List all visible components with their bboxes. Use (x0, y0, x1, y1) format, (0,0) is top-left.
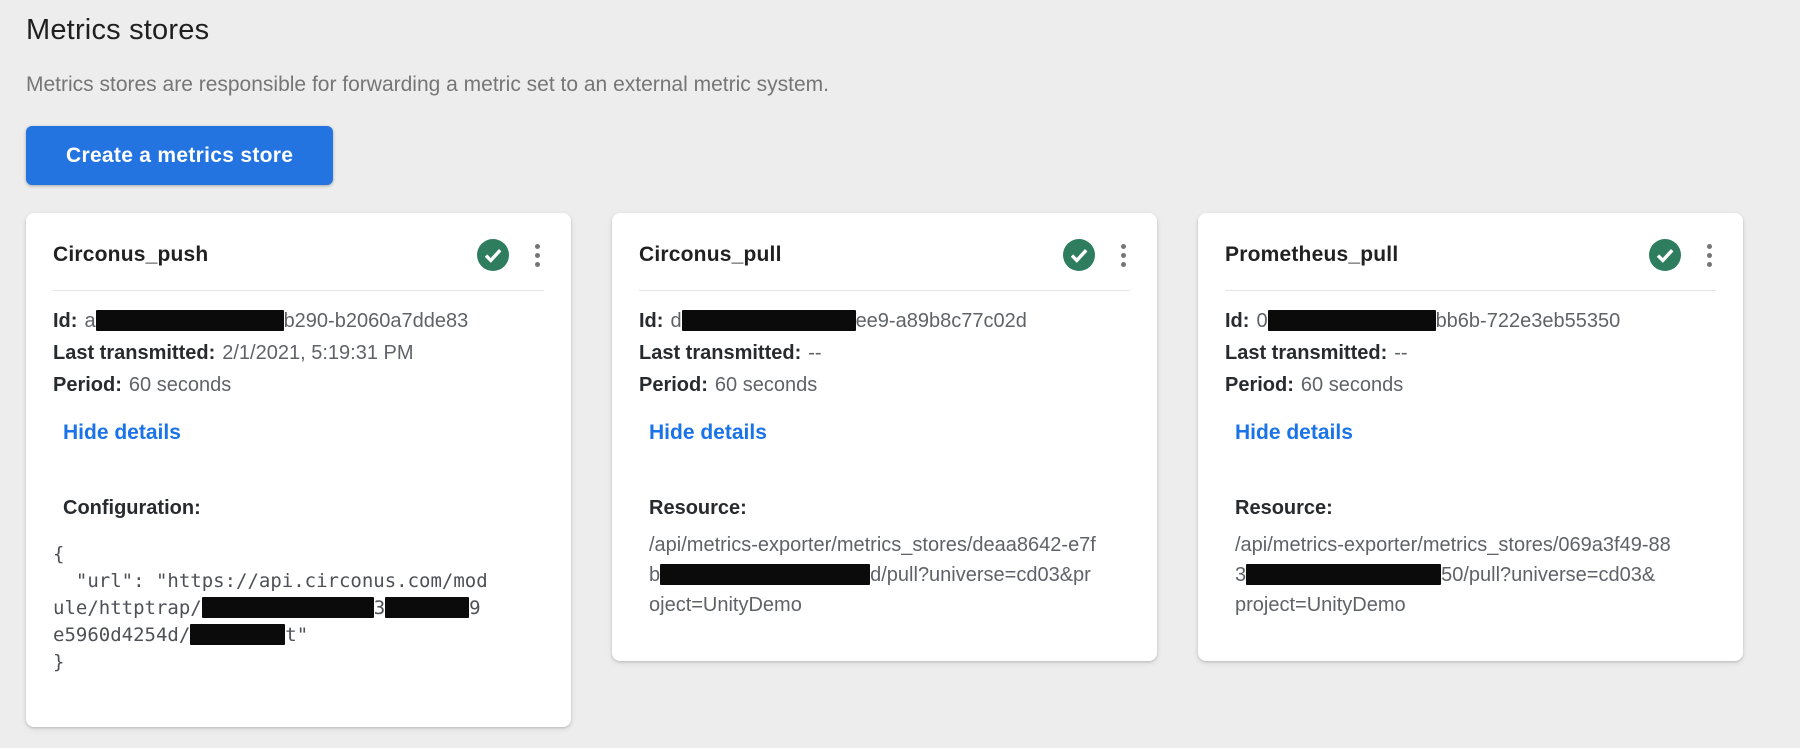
field-value: dee9-a89b8c77c02d (670, 310, 1026, 332)
detail-line: project=UnityDemo (1235, 590, 1716, 620)
more-options-kebab-icon[interactable] (1117, 242, 1130, 269)
card-header-icons (477, 239, 544, 271)
card-title: Prometheus_pull (1225, 243, 1398, 267)
redaction-bar (202, 597, 374, 618)
card-header-icons (1649, 239, 1716, 271)
redaction-bar (385, 597, 469, 618)
page-subtitle: Metrics stores are responsible for forwa… (26, 73, 1800, 97)
page-title: Metrics stores (26, 14, 1800, 47)
field-label: Period: (53, 374, 122, 396)
field-value: 2/1/2021, 5:19:31 PM (222, 342, 413, 364)
status-ok-check-circle-icon (477, 239, 509, 271)
field-row: Last transmitted: 2/1/2021, 5:19:31 PM (53, 337, 544, 369)
field-row: Id: dee9-a89b8c77c02d (639, 305, 1130, 337)
field-row: Last transmitted: -- (639, 337, 1130, 369)
detail-section-label: Resource: (1235, 497, 1716, 520)
card-header-icons (1063, 239, 1130, 271)
detail-line: e5960d4254d/t" (53, 622, 544, 649)
field-row: Period: 60 seconds (639, 369, 1130, 401)
detail-section-label: Configuration: (63, 497, 544, 520)
field-label: Last transmitted: (53, 342, 215, 364)
card-fields: Id: ab290-b2060a7dde83 Last transmitted: 2/… (53, 305, 544, 401)
hide-details-link[interactable]: Hide details (1235, 421, 1353, 445)
field-value: ab290-b2060a7dde83 (84, 310, 468, 332)
field-row: Period: 60 seconds (1225, 369, 1716, 401)
redaction-bar (660, 564, 870, 585)
metrics-store-card: Circonus_push Id: ab290-b2060a7dde83 Last … (26, 213, 571, 727)
status-ok-check-circle-icon (1063, 239, 1095, 271)
card-divider (1225, 290, 1716, 291)
status-ok-check-circle-icon (1649, 239, 1681, 271)
detail-line: bd/pull?universe=cd03&pr (649, 560, 1130, 590)
metrics-store-card: Circonus_pull Id: dee9-a89b8c77c02d Last t… (612, 213, 1157, 661)
detail-section-body: /api/metrics-exporter/metrics_stores/dea… (649, 530, 1130, 620)
field-value: 60 seconds (129, 374, 231, 396)
field-value: 60 seconds (1301, 374, 1403, 396)
detail-line: ule/httptrap/39 (53, 595, 544, 622)
redaction-bar (190, 624, 285, 645)
detail-line: } (53, 649, 544, 676)
redaction-bar (682, 310, 856, 331)
field-value: 60 seconds (715, 374, 817, 396)
more-options-kebab-icon[interactable] (1703, 242, 1716, 269)
detail-line: "url": "https://api.circonus.com/mod (53, 568, 544, 595)
card-divider (53, 290, 544, 291)
field-label: Last transmitted: (1225, 342, 1387, 364)
redaction-bar (1268, 310, 1436, 331)
field-row: Id: 0bb6b-722e3eb55350 (1225, 305, 1716, 337)
redaction-bar (96, 310, 284, 331)
field-label: Period: (1225, 374, 1294, 396)
field-label: Last transmitted: (639, 342, 801, 364)
detail-line: oject=UnityDemo (649, 590, 1130, 620)
hide-details-link[interactable]: Hide details (63, 421, 181, 445)
card-fields: Id: 0bb6b-722e3eb55350 Last transmitted: --… (1225, 305, 1716, 401)
card-fields: Id: dee9-a89b8c77c02d Last transmitted: -- P… (639, 305, 1130, 401)
more-options-kebab-icon[interactable] (531, 242, 544, 269)
detail-section-body: /api/metrics-exporter/metrics_stores/069… (1235, 530, 1716, 620)
field-label: Id: (53, 310, 77, 332)
detail-section-body: { "url": "https://api.circonus.com/modul… (53, 541, 544, 676)
hide-details-link[interactable]: Hide details (649, 421, 767, 445)
detail-line: 350/pull?universe=cd03& (1235, 560, 1716, 590)
redaction-bar (1246, 564, 1441, 585)
card-header: Prometheus_pull (1225, 239, 1716, 271)
field-row: Last transmitted: -- (1225, 337, 1716, 369)
field-value: 0bb6b-722e3eb55350 (1256, 310, 1620, 332)
card-header: Circonus_push (53, 239, 544, 271)
field-row: Period: 60 seconds (53, 369, 544, 401)
create-metrics-store-button[interactable]: Create a metrics store (26, 126, 333, 185)
card-title: Circonus_push (53, 243, 208, 267)
detail-line: /api/metrics-exporter/metrics_stores/069… (1235, 530, 1716, 560)
field-label: Id: (639, 310, 663, 332)
detail-line: /api/metrics-exporter/metrics_stores/dea… (649, 530, 1130, 560)
field-label: Id: (1225, 310, 1249, 332)
card-divider (639, 290, 1130, 291)
field-value: -- (808, 342, 821, 364)
detail-section-label: Resource: (649, 497, 1130, 520)
field-value: -- (1394, 342, 1407, 364)
cards-container: Circonus_push Id: ab290-b2060a7dde83 Last … (26, 213, 1800, 727)
field-row: Id: ab290-b2060a7dde83 (53, 305, 544, 337)
detail-line: { (53, 541, 544, 568)
metrics-store-card: Prometheus_pull Id: 0bb6b-722e3eb55350 Las… (1198, 213, 1743, 661)
metrics-stores-page: Metrics stores Metrics stores are respon… (0, 0, 1800, 727)
card-header: Circonus_pull (639, 239, 1130, 271)
field-label: Period: (639, 374, 708, 396)
card-title: Circonus_pull (639, 243, 782, 267)
